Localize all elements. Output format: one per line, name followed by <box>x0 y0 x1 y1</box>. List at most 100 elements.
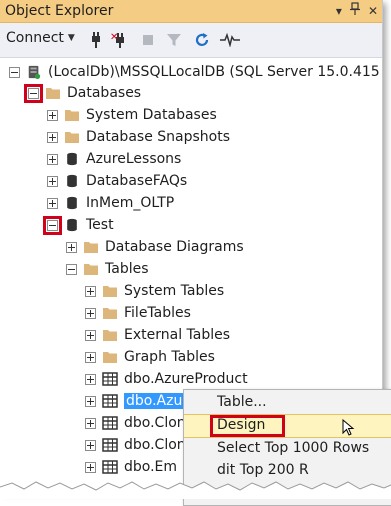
menu-item-label: Select Top 1000 Rows <box>217 440 370 456</box>
database-icon <box>67 152 77 166</box>
stop-icon[interactable] <box>138 30 158 50</box>
tree-node-server[interactable]: (LocalDb)\MSSQLLocalDB (SQL Server 15.0.… <box>9 62 380 82</box>
svg-text:✕: ✕ <box>110 32 118 43</box>
databasefaqs-label: DatabaseFAQs <box>86 173 188 189</box>
tree-node-tables[interactable]: Tables <box>66 259 149 279</box>
expand-toggle[interactable] <box>85 461 96 473</box>
tree-node-database-snapshots[interactable]: Database Snapshots <box>47 127 230 147</box>
window-title: Object Explorer <box>5 3 114 19</box>
tree-node-system-tables[interactable]: System Tables <box>85 281 224 301</box>
menu-item-new-table[interactable]: Table... <box>184 392 391 414</box>
filter-icon[interactable] <box>164 30 184 50</box>
database-icon <box>67 196 77 210</box>
tree-node-system-databases[interactable]: System Databases <box>47 105 217 125</box>
dropdown-arrow-icon[interactable]: ▾ <box>336 3 342 19</box>
torn-edge <box>0 481 391 499</box>
folder-icon <box>103 330 117 341</box>
databases-label: Databases <box>67 85 142 101</box>
connect-plug-icon[interactable] <box>86 30 106 50</box>
table-icon <box>102 372 118 386</box>
tree-node-filetables[interactable]: FileTables <box>85 303 191 323</box>
expand-toggle[interactable] <box>85 351 96 363</box>
connect-button[interactable]: Connect ▼ <box>6 30 75 46</box>
clon-1-label: dbo.Clon <box>124 415 186 431</box>
expand-toggle[interactable] <box>85 285 96 297</box>
activity-monitor-icon[interactable] <box>220 30 240 50</box>
collapse-toggle[interactable] <box>66 263 77 275</box>
expand-toggle[interactable] <box>47 131 58 143</box>
expand-toggle[interactable] <box>85 439 96 451</box>
tree-node-databasefaqs[interactable]: DatabaseFAQs <box>47 171 187 191</box>
azurelessons-label: AzureLessons <box>86 151 182 167</box>
collapse-toggle[interactable] <box>43 215 62 235</box>
inmem-oltp-label: InMem_OLTP <box>86 195 175 211</box>
expand-toggle[interactable] <box>85 373 96 385</box>
graph-tables-label: Graph Tables <box>124 349 215 365</box>
toolbar: Connect ▼ ✕ <box>0 23 382 58</box>
connect-label: Connect <box>6 30 64 46</box>
table-icon <box>102 416 118 430</box>
database-diagrams-label: Database Diagrams <box>105 239 244 255</box>
expand-toggle[interactable] <box>66 241 77 253</box>
tree-node-external-tables[interactable]: External Tables <box>85 325 230 345</box>
expand-toggle[interactable] <box>47 175 58 187</box>
tree-node-graph-tables[interactable]: Graph Tables <box>85 347 215 367</box>
menu-item-label: dit Top 200 R <box>217 462 309 478</box>
refresh-icon[interactable] <box>192 30 212 50</box>
collapse-toggle[interactable] <box>9 66 20 78</box>
tree-node-emp[interactable]: dbo.Em <box>85 457 177 477</box>
folder-icon <box>103 352 117 363</box>
expand-toggle[interactable] <box>85 329 96 341</box>
mouse-cursor-icon <box>342 419 355 436</box>
table-icon <box>102 394 118 408</box>
test-label: Test <box>86 217 114 233</box>
tree-node-selected-table[interactable]: dbo.Azur <box>85 391 191 411</box>
disconnect-icon[interactable]: ✕ <box>110 30 130 50</box>
tree-node-databases[interactable]: Databases <box>24 83 142 103</box>
folder-icon <box>65 110 79 121</box>
folder-icon <box>65 132 79 143</box>
menu-item-select-top[interactable]: Select Top 1000 Rows <box>184 438 391 460</box>
clon-2-label: dbo.Clon <box>124 437 186 453</box>
table-icon <box>102 460 118 474</box>
title-bar-icons: ▾ ✕ <box>336 2 378 20</box>
collapse-toggle[interactable] <box>24 83 43 103</box>
filetables-label: FileTables <box>124 305 191 321</box>
expand-toggle[interactable] <box>85 417 96 429</box>
system-databases-label: System Databases <box>86 107 217 123</box>
expand-toggle[interactable] <box>47 153 58 165</box>
selected-table-label: dbo.Azur <box>124 393 191 409</box>
tree-node-test[interactable]: Test <box>43 215 114 235</box>
folder-icon <box>84 242 98 253</box>
folder-icon <box>46 88 60 99</box>
menu-item-label: Design <box>217 417 266 433</box>
database-snapshots-label: Database Snapshots <box>86 129 230 145</box>
tree-node-clon-1[interactable]: dbo.Clon <box>85 413 186 433</box>
tree-node-azurelessons[interactable]: AzureLessons <box>47 149 181 169</box>
close-icon[interactable]: ✕ <box>368 3 378 19</box>
pin-icon[interactable] <box>349 2 360 20</box>
title-bar: Object Explorer ▾ ✕ <box>0 0 382 23</box>
expand-toggle[interactable] <box>47 197 58 209</box>
database-icon <box>67 218 77 232</box>
tree-node-database-diagrams[interactable]: Database Diagrams <box>66 237 244 257</box>
folder-icon <box>84 264 98 275</box>
external-tables-label: External Tables <box>124 327 231 343</box>
server-label: (LocalDb)\MSSQLLocalDB (SQL Server 15.0.… <box>48 64 380 80</box>
system-tables-label: System Tables <box>124 283 225 299</box>
chevron-down-icon: ▼ <box>67 33 75 43</box>
tree-node-clon-2[interactable]: dbo.Clon <box>85 435 186 455</box>
menu-item-label: Table... <box>217 394 267 410</box>
table-icon <box>102 438 118 452</box>
expand-toggle[interactable] <box>85 395 96 407</box>
folder-icon <box>103 286 117 297</box>
tree-node-azureproduct[interactable]: dbo.AzureProduct <box>85 369 248 389</box>
folder-icon <box>103 308 117 319</box>
tree-node-inmem-oltp[interactable]: InMem_OLTP <box>47 193 174 213</box>
tables-label: Tables <box>105 261 149 277</box>
expand-toggle[interactable] <box>85 307 96 319</box>
menu-item-design[interactable]: Design <box>184 414 391 438</box>
azureproduct-label: dbo.AzureProduct <box>124 371 248 387</box>
database-icon <box>67 174 77 188</box>
expand-toggle[interactable] <box>47 109 58 121</box>
